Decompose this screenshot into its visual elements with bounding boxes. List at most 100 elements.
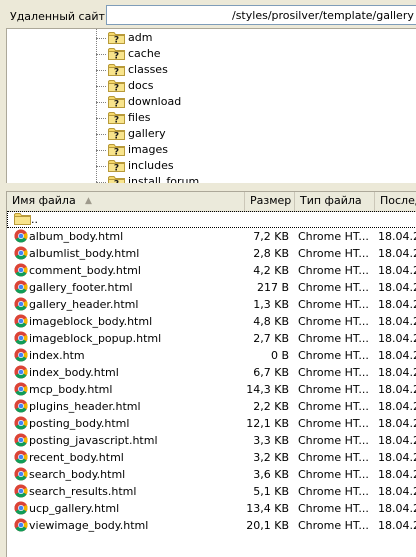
svg-text:?: ? <box>114 52 119 61</box>
tree-item-label: install_forum <box>128 175 200 183</box>
file-name: plugins_header.html <box>29 400 141 413</box>
file-modified: 18.04.2 <box>378 349 416 362</box>
file-size: 3,2 KB <box>253 451 289 464</box>
column-header-modified[interactable]: Послед <box>375 192 416 211</box>
file-type: Chrome HT... <box>298 349 369 362</box>
file-type: Chrome HT... <box>298 332 369 345</box>
file-row[interactable]: recent_body.html 3,2 KB Chrome HT... 18.04.… <box>7 449 416 466</box>
file-name: album_body.html <box>29 230 124 243</box>
chrome-html-icon <box>14 433 28 447</box>
file-type: Chrome HT... <box>298 281 369 294</box>
file-type: Chrome HT... <box>298 519 369 532</box>
chrome-html-icon <box>14 484 28 498</box>
file-modified: 18.04.2 <box>378 383 416 396</box>
tree-item[interactable]: ? files <box>7 110 407 126</box>
file-type: Chrome HT... <box>298 264 369 277</box>
folder-unknown-icon: ? <box>108 159 125 174</box>
tree-connector <box>96 118 106 119</box>
tree-item[interactable]: ? adm <box>7 30 407 46</box>
file-row[interactable]: posting_body.html 12,1 KB Chrome HT... 18.0… <box>7 415 416 432</box>
tree-item[interactable]: ? images <box>7 142 407 158</box>
svg-text:?: ? <box>114 36 119 45</box>
panel-splitter[interactable] <box>0 183 416 191</box>
file-row[interactable]: ucp_gallery.html 13,4 KB Chrome HT... 18.04… <box>7 500 416 517</box>
folder-unknown-icon: ? <box>108 175 125 183</box>
file-modified: 18.04.2 <box>378 230 416 243</box>
folder-unknown-icon: ? <box>108 143 125 158</box>
folder-unknown-icon: ? <box>108 95 125 110</box>
chrome-html-icon <box>14 280 28 294</box>
tree-item[interactable]: ? cache <box>7 46 407 62</box>
folder-unknown-icon: ? <box>108 63 125 78</box>
file-modified: 18.04.2 <box>378 315 416 328</box>
column-header-name[interactable]: Имя файла ▲ <box>7 192 245 211</box>
tree-item[interactable]: ? install_forum <box>7 174 407 183</box>
file-row[interactable]: imageblock_popup.html 2,7 KB Chrome HT... 1… <box>7 330 416 347</box>
chrome-html-icon <box>14 297 28 311</box>
file-name: search_body.html <box>29 468 126 481</box>
file-row[interactable]: search_body.html 3,6 KB Chrome HT... 18.04.… <box>7 466 416 483</box>
file-name: ucp_gallery.html <box>29 502 120 515</box>
file-size: 13,4 KB <box>246 502 289 515</box>
tree-item-label: adm <box>128 31 153 44</box>
file-name: imageblock_popup.html <box>29 332 162 345</box>
tree-item[interactable]: ? gallery <box>7 126 407 142</box>
tree-connector <box>96 102 106 103</box>
file-size: 2,2 KB <box>253 400 289 413</box>
file-row[interactable]: index.htm 0 B Chrome HT... 18.04.2 <box>7 347 416 364</box>
file-size: 6,7 KB <box>253 366 289 379</box>
file-row[interactable]: mcp_body.html 14,3 KB Chrome HT... 18.04.2 <box>7 381 416 398</box>
file-type: Chrome HT... <box>298 230 369 243</box>
tree-connector <box>96 134 106 135</box>
file-size: 4,8 KB <box>253 315 289 328</box>
file-type: Chrome HT... <box>298 247 369 260</box>
remote-file-list[interactable]: Имя файла ▲ Размер Тип файла Послед .. a… <box>6 191 416 557</box>
file-row[interactable]: albumlist_body.html 2,8 KB Chrome HT... 18.… <box>7 245 416 262</box>
file-modified: 18.04.2 <box>378 400 416 413</box>
svg-text:?: ? <box>114 100 119 109</box>
sort-ascending-icon: ▲ <box>85 196 92 206</box>
remote-directory-tree[interactable]: ? adm ? cache ? classes ? docs ? downloa… <box>6 28 416 183</box>
parent-directory-row[interactable]: .. <box>7 211 416 228</box>
folder-unknown-icon: ? <box>108 47 125 62</box>
file-row[interactable]: viewimage_body.html 20,1 KB Chrome HT... 18… <box>7 517 416 534</box>
tree-item[interactable]: ? download <box>7 94 407 110</box>
file-modified: 18.04.2 <box>378 247 416 260</box>
file-size: 20,1 KB <box>246 519 289 532</box>
tree-connector <box>96 70 106 71</box>
remote-path-input[interactable]: /styles/prosilver/template/gallery <box>106 5 416 25</box>
tree-item[interactable]: ? includes <box>7 158 407 174</box>
tree-item[interactable]: ? docs <box>7 78 407 94</box>
file-size: 2,7 KB <box>253 332 289 345</box>
file-row[interactable]: gallery_footer.html 217 B Chrome HT... 18.0… <box>7 279 416 296</box>
column-header-type[interactable]: Тип файла <box>295 192 375 211</box>
chrome-html-icon <box>14 467 28 481</box>
folder-icon <box>14 212 31 225</box>
svg-text:?: ? <box>114 116 119 125</box>
file-row[interactable]: search_results.html 5,1 KB Chrome HT... 18.… <box>7 483 416 500</box>
file-row[interactable]: imageblock_body.html 4,8 KB Chrome HT... 18… <box>7 313 416 330</box>
chrome-html-icon <box>14 382 28 396</box>
tree-item-label: gallery <box>128 127 166 140</box>
file-type: Chrome HT... <box>298 468 369 481</box>
column-header-size[interactable]: Размер <box>245 192 295 211</box>
file-row[interactable]: index_body.html 6,7 KB Chrome HT... 18.04.2 <box>7 364 416 381</box>
remote-site-label: Удаленный сайт: <box>10 10 109 23</box>
file-name: posting_body.html <box>29 417 130 430</box>
file-name: recent_body.html <box>29 451 124 464</box>
file-modified: 18.04.2 <box>378 468 416 481</box>
file-row[interactable]: plugins_header.html 2,2 KB Chrome HT... 18.… <box>7 398 416 415</box>
tree-item[interactable]: ? classes <box>7 62 407 78</box>
file-modified: 18.04.2 <box>378 434 416 447</box>
file-row[interactable]: posting_javascript.html 3,3 KB Chrome HT..… <box>7 432 416 449</box>
file-type: Chrome HT... <box>298 315 369 328</box>
file-type: Chrome HT... <box>298 502 369 515</box>
file-modified: 18.04.2 <box>378 451 416 464</box>
file-type: Chrome HT... <box>298 400 369 413</box>
file-name: search_results.html <box>29 485 137 498</box>
file-row[interactable]: comment_body.html 4,2 KB Chrome HT... 18.04… <box>7 262 416 279</box>
file-row[interactable]: album_body.html 7,2 KB Chrome HT... 18.04.2 <box>7 228 416 245</box>
file-name: mcp_body.html <box>29 383 113 396</box>
tree-item-label: includes <box>128 159 174 172</box>
file-row[interactable]: gallery_header.html 1,3 KB Chrome HT... 18.… <box>7 296 416 313</box>
